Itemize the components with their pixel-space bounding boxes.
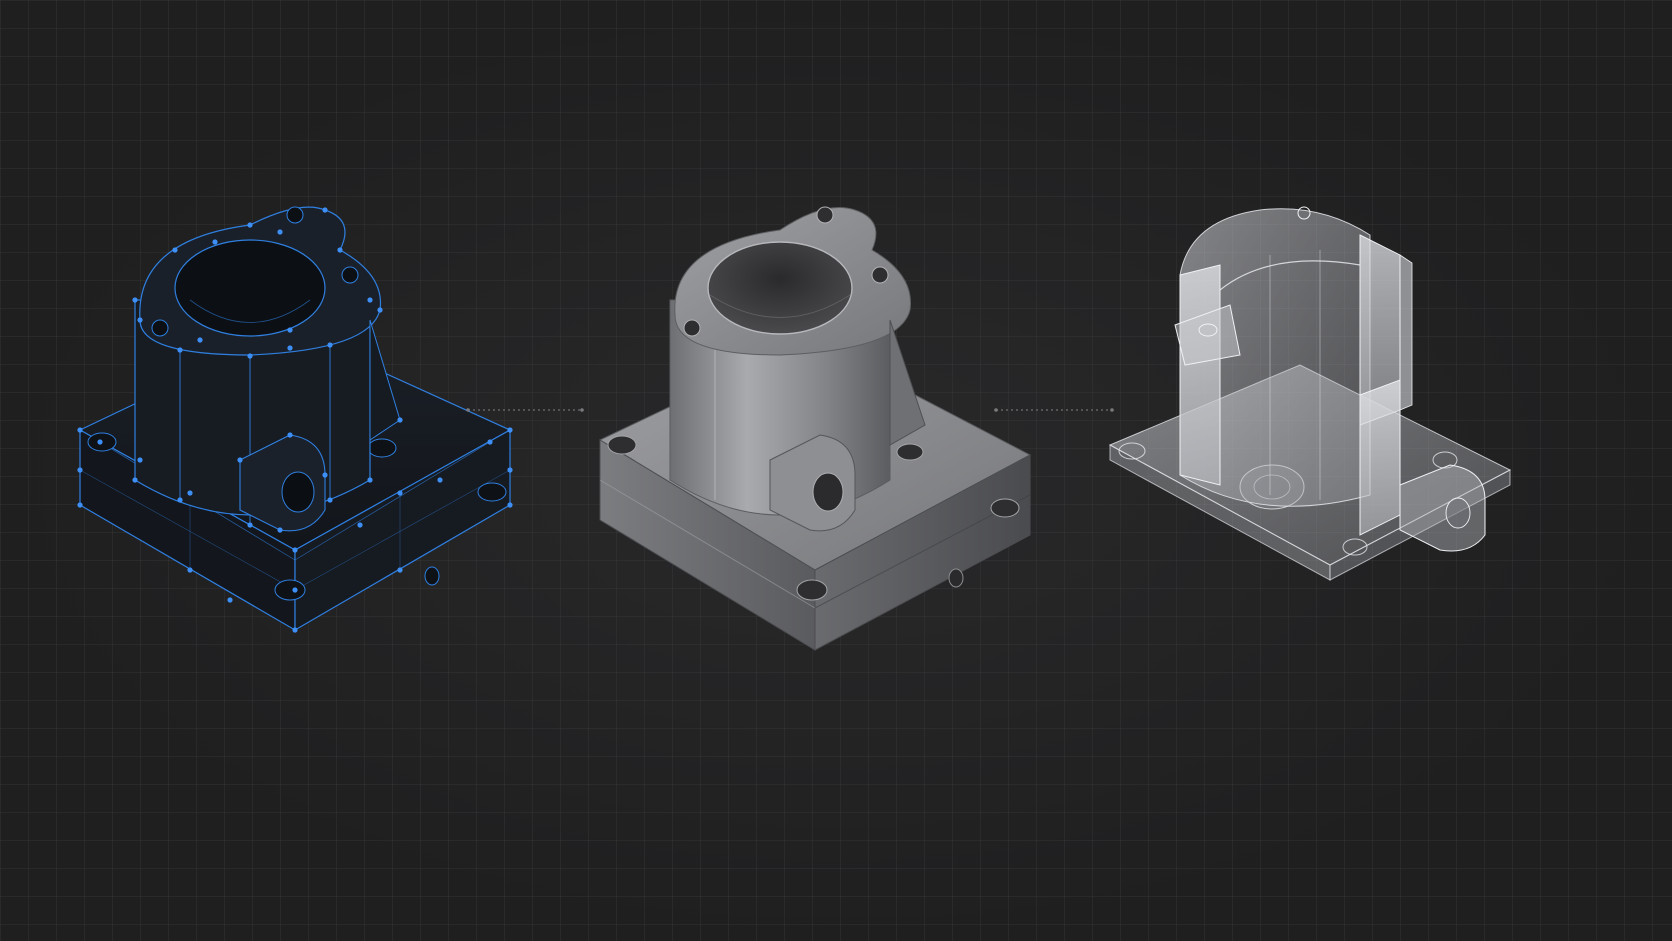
wireframe-vertex [77,502,83,508]
solid-model-view[interactable] [580,190,1060,690]
wireframe-model-view[interactable] [40,180,560,720]
wireframe-vertex [77,427,83,433]
wireframe-vertex [397,490,403,496]
wireframe-vertex [212,239,218,245]
wireframe-vertex [137,317,143,323]
section-model-view[interactable] [1100,195,1530,595]
wireframe-vertex [187,490,193,496]
connector-line-1 [466,408,584,412]
wireframe-vertex [327,497,333,503]
wireframe-vertex [77,467,83,473]
wireframe-vertex [172,247,178,253]
wireframe-vertex [327,342,333,348]
wireframe-vertex [507,467,513,473]
wireframe-vertex [357,522,363,528]
wireframe-vertex [367,297,373,303]
wireframe-vertex [292,627,298,633]
wireframe-vertex [187,567,193,573]
wireframe-vertex [292,547,298,553]
wireframe-vertex [237,457,243,463]
connector-line-2 [994,408,1114,412]
wireframe-vertex [367,477,373,483]
wireframe-vertex [277,527,283,533]
wireframe-vertex [177,497,183,503]
wireframe-vertex [277,229,283,235]
wireframe-vertex [97,439,103,445]
wireframe-vertex [287,432,293,438]
wireframe-vertex [287,327,293,333]
wireframe-vertex [437,477,443,483]
wireframe-vertex [132,477,138,483]
wireframe-vertex [397,417,403,423]
wireframe-vertex [397,567,403,573]
wireframe-vertex [487,439,493,445]
wireframe-vertex [507,502,513,508]
solid-tower [669,206,926,532]
wireframe-vertex [292,587,298,593]
wireframe-vertex [197,337,203,343]
wireframe-vertex [227,597,233,603]
wireframe-tower [134,206,401,532]
wireframe-vertex [137,457,143,463]
wireframe-vertex [337,247,343,253]
wireframe-vertex [247,353,253,359]
wireframe-vertex [287,345,293,351]
wireframe-vertex [177,347,183,353]
wireframe-vertex [377,307,383,313]
wireframe-vertex [247,222,253,228]
wireframe-vertex [322,472,328,478]
viewport-canvas[interactable] [0,0,1672,941]
wireframe-vertex [322,207,328,213]
wireframe-vertex [507,427,513,433]
wireframe-vertex [132,297,138,303]
wireframe-vertex [247,522,253,528]
